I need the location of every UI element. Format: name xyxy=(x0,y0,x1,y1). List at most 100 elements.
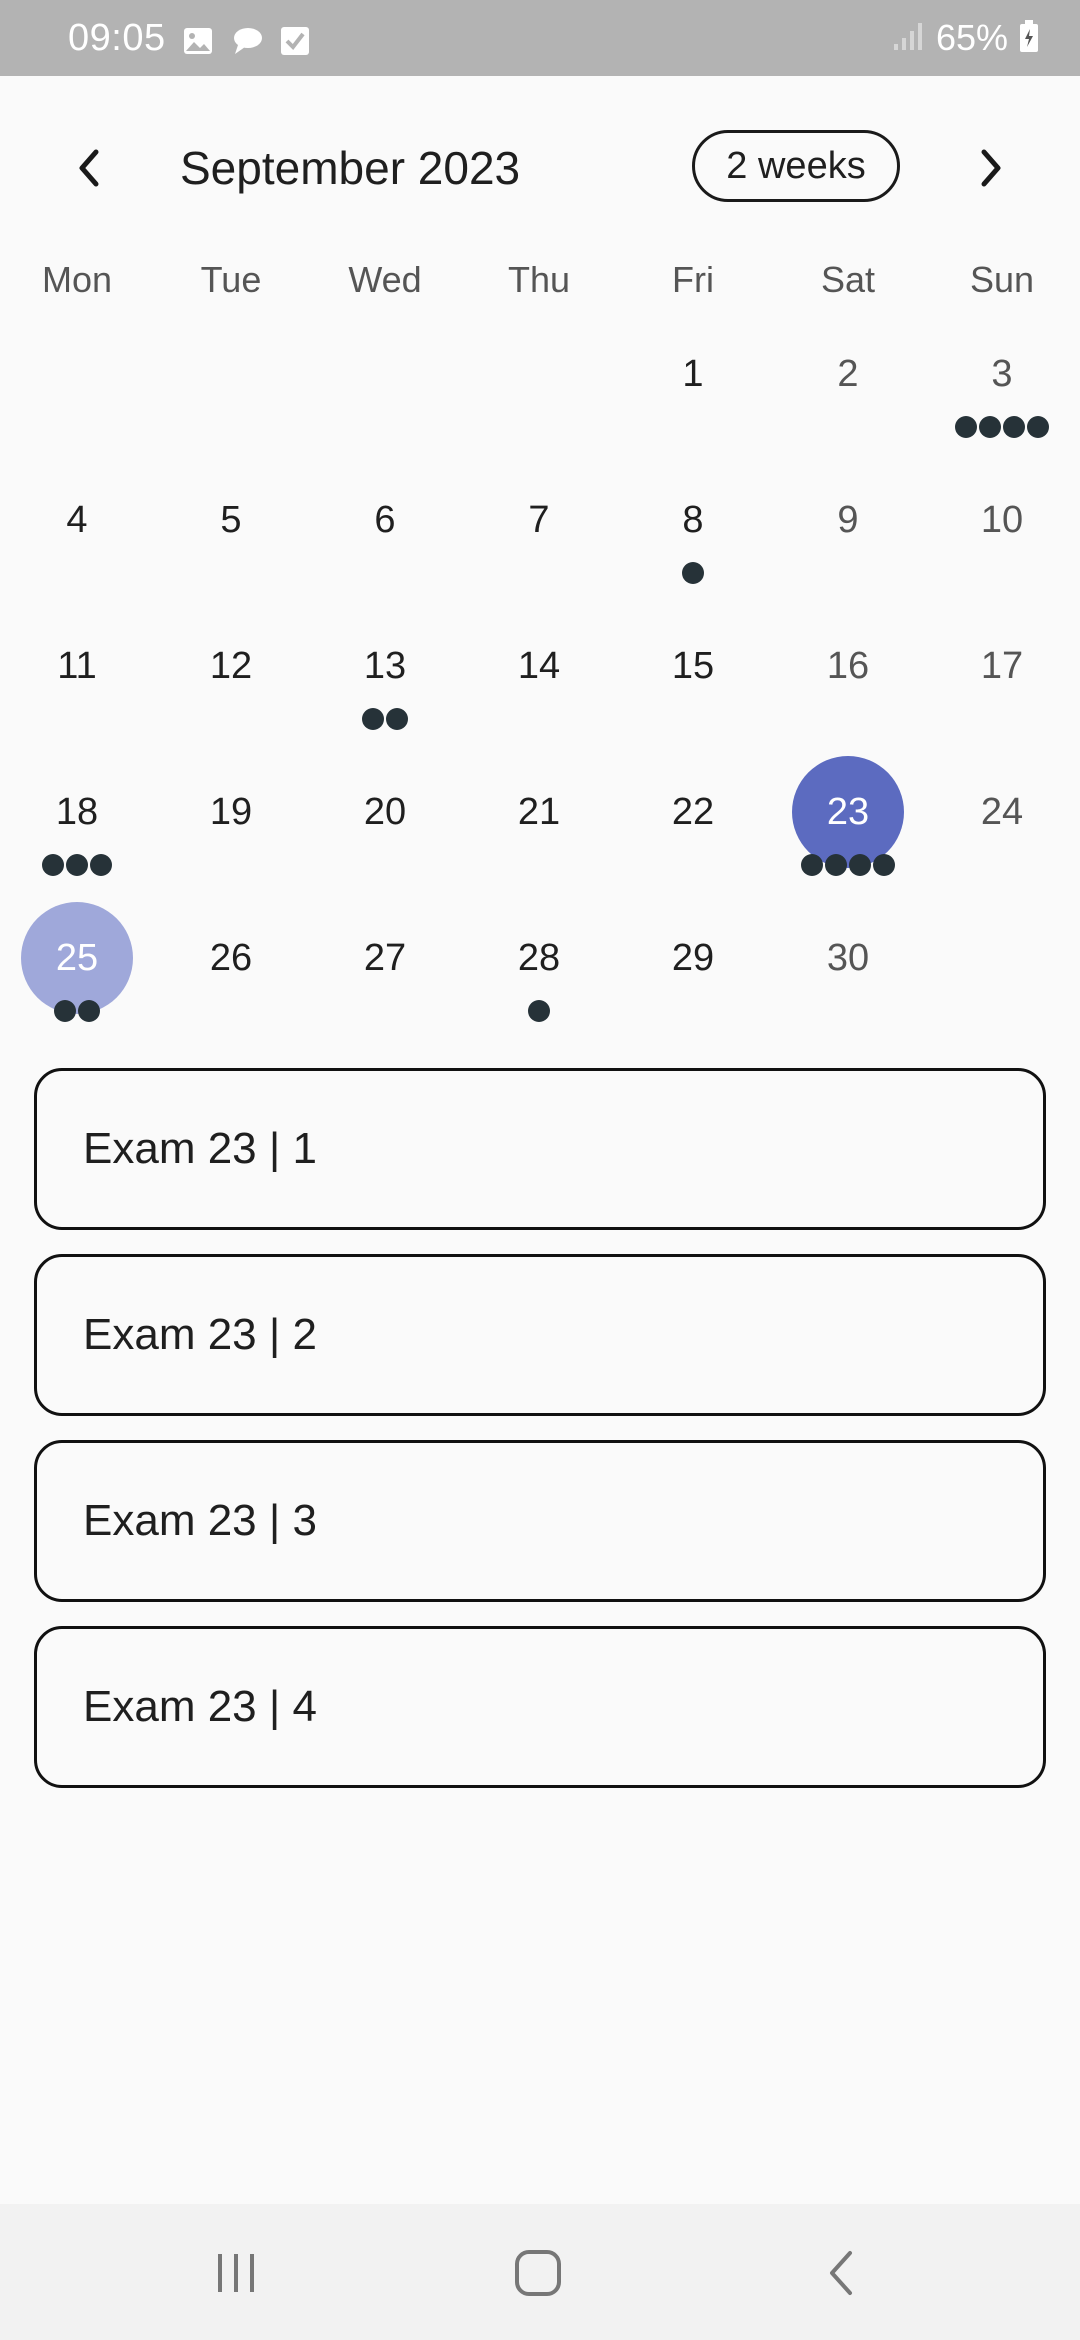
calendar-day-number: 8 xyxy=(682,499,704,541)
recent-apps-button[interactable] xyxy=(186,2238,286,2308)
event-marker-dot xyxy=(42,854,64,876)
calendar-day-number: 5 xyxy=(220,499,242,541)
event-card[interactable]: Exam 23 | 1 xyxy=(34,1068,1046,1230)
calendar-day-number: 4 xyxy=(66,499,88,541)
calendar-empty-cell xyxy=(925,902,1079,1048)
event-marker-dot xyxy=(801,854,823,876)
event-title: Exam 23 | 2 xyxy=(83,1310,317,1359)
calendar-day-cell[interactable]: 15 xyxy=(616,610,770,756)
calendar-day-number: 27 xyxy=(363,937,407,979)
calendar-day-cell[interactable]: 6 xyxy=(308,464,462,610)
calendar-day-number: 6 xyxy=(374,499,396,541)
calendar-day-cell[interactable]: 10 xyxy=(925,464,1079,610)
calendar-day-number: 14 xyxy=(517,645,561,687)
event-marker-dot xyxy=(66,854,88,876)
calendar-day-number: 23 xyxy=(826,791,870,833)
calendar-empty-cell xyxy=(308,318,462,464)
calendar-day-number: 2 xyxy=(837,353,859,395)
calendar-day-number: 17 xyxy=(980,645,1024,687)
calendar-day-cell[interactable]: 20 xyxy=(308,756,462,902)
calendar-day-cell[interactable]: 8 xyxy=(616,464,770,610)
back-button[interactable] xyxy=(792,2238,892,2308)
event-marker-dot xyxy=(849,854,871,876)
event-marker-dot xyxy=(1003,416,1025,438)
calendar-day-cell[interactable]: 24 xyxy=(925,756,1079,902)
app-root: 09:05 65% September 2023 2 weeks Mon Tue… xyxy=(0,0,1080,2340)
calendar-day-cell[interactable]: 23 xyxy=(771,756,925,902)
recent-apps-icon xyxy=(218,2254,254,2292)
calendar-day-number: 18 xyxy=(55,791,99,833)
calendar-day-cell[interactable]: 4 xyxy=(0,464,154,610)
event-marker-dot xyxy=(528,1000,550,1022)
calendar-grid: 1 2 3 4 5 6 7 8 9 10 11 12 13 14 15 16 17 18 19 20 21 22 23 24 2… xyxy=(0,0,1080,1040)
calendar-day-number: 21 xyxy=(517,791,561,833)
calendar-day-number: 16 xyxy=(826,645,870,687)
calendar-day-cell[interactable]: 11 xyxy=(0,610,154,756)
event-markers xyxy=(616,562,770,584)
event-list: Exam 23 | 1 Exam 23 | 2 Exam 23 | 3 Exam 23… xyxy=(34,1068,1046,1812)
calendar-day-cell[interactable]: 18 xyxy=(0,756,154,902)
event-marker-dot xyxy=(78,1000,100,1022)
calendar-day-cell[interactable]: 16 xyxy=(771,610,925,756)
event-marker-dot xyxy=(1027,416,1049,438)
calendar-day-number: 15 xyxy=(671,645,715,687)
calendar-day-cell[interactable]: 7 xyxy=(462,464,616,610)
calendar-day-cell[interactable]: 3 xyxy=(925,318,1079,464)
calendar-day-cell[interactable]: 14 xyxy=(462,610,616,756)
calendar-day-cell[interactable]: 1 xyxy=(616,318,770,464)
calendar-day-number: 29 xyxy=(671,937,715,979)
event-markers xyxy=(0,854,154,876)
event-card[interactable]: Exam 23 | 2 xyxy=(34,1254,1046,1416)
calendar-day-number: 10 xyxy=(980,499,1024,541)
calendar-day-cell[interactable]: 5 xyxy=(154,464,308,610)
calendar-day-cell[interactable]: 29 xyxy=(616,902,770,1048)
calendar-day-cell[interactable]: 9 xyxy=(771,464,925,610)
calendar-day-number: 9 xyxy=(837,499,859,541)
calendar-day-cell[interactable]: 30 xyxy=(771,902,925,1048)
event-marker-dot xyxy=(90,854,112,876)
event-marker-dot xyxy=(386,708,408,730)
event-marker-dot xyxy=(362,708,384,730)
calendar-day-cell[interactable]: 21 xyxy=(462,756,616,902)
calendar-day-cell[interactable]: 2 xyxy=(771,318,925,464)
calendar-day-cell[interactable]: 22 xyxy=(616,756,770,902)
calendar-day-cell[interactable]: 28 xyxy=(462,902,616,1048)
event-markers xyxy=(462,1000,616,1022)
calendar-day-number: 11 xyxy=(57,645,97,687)
event-card[interactable]: Exam 23 | 3 xyxy=(34,1440,1046,1602)
event-title: Exam 23 | 3 xyxy=(83,1496,317,1545)
event-markers xyxy=(771,854,925,876)
calendar-empty-cell xyxy=(0,318,154,464)
calendar-day-cell[interactable]: 13 xyxy=(308,610,462,756)
event-marker-dot xyxy=(54,1000,76,1022)
calendar-day-number: 30 xyxy=(826,937,870,979)
event-marker-dot xyxy=(955,416,977,438)
calendar-day-number: 7 xyxy=(528,499,550,541)
calendar-day-cell[interactable]: 26 xyxy=(154,902,308,1048)
event-title: Exam 23 | 1 xyxy=(83,1124,317,1173)
calendar-day-cell[interactable]: 27 xyxy=(308,902,462,1048)
calendar-day-cell[interactable]: 17 xyxy=(925,610,1079,756)
home-button[interactable] xyxy=(488,2238,588,2308)
calendar-day-number: 13 xyxy=(363,645,407,687)
calendar-day-cell[interactable]: 12 xyxy=(154,610,308,756)
calendar-empty-cell xyxy=(462,318,616,464)
event-marker-dot xyxy=(873,854,895,876)
event-card[interactable]: Exam 23 | 4 xyxy=(34,1626,1046,1788)
calendar-day-number: 19 xyxy=(209,791,253,833)
calendar-day-number: 26 xyxy=(209,937,253,979)
event-marker-dot xyxy=(825,854,847,876)
calendar-day-number: 3 xyxy=(991,353,1013,395)
event-marker-dot xyxy=(979,416,1001,438)
calendar-day-number: 28 xyxy=(517,937,561,979)
calendar-day-cell[interactable]: 19 xyxy=(154,756,308,902)
event-title: Exam 23 | 4 xyxy=(83,1682,317,1731)
back-icon xyxy=(830,2251,852,2295)
calendar-day-number: 1 xyxy=(682,353,704,395)
calendar-day-number: 25 xyxy=(55,937,99,979)
event-markers xyxy=(308,708,462,730)
home-icon xyxy=(515,2250,561,2296)
calendar-day-number: 20 xyxy=(363,791,407,833)
calendar-day-cell[interactable]: 25 xyxy=(0,902,154,1048)
calendar-empty-cell xyxy=(154,318,308,464)
